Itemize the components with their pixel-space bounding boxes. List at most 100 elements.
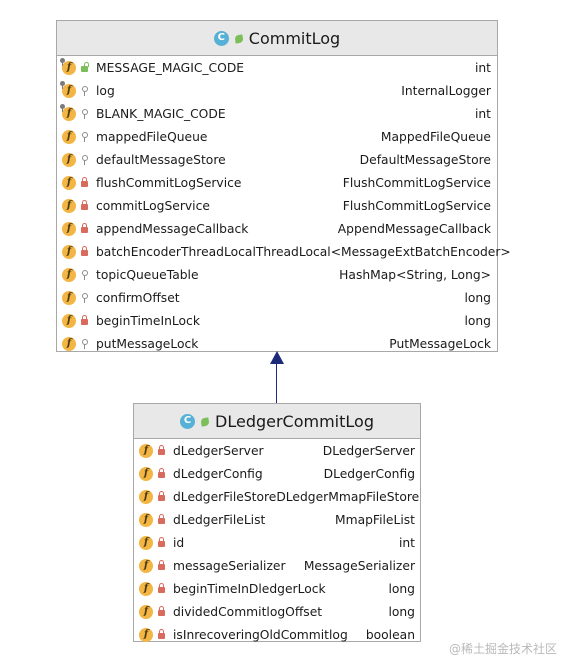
field-row[interactable]: f topicQueueTable HashMap<String, Long> (62, 263, 491, 286)
field-name: BLANK_MAGIC_CODE (96, 106, 226, 121)
lock-icon (157, 583, 166, 594)
field-icon: f (62, 129, 76, 144)
lock-icon (80, 200, 89, 211)
static-pin-icon (59, 103, 66, 112)
field-name: appendMessageCallback (96, 221, 249, 236)
field-name: dividedCommitlogOffset (173, 604, 323, 619)
field-row[interactable]: f MESSAGE_MAGIC_CODE int (59, 56, 491, 79)
leaf-icon (235, 33, 243, 43)
field-icon: f (139, 604, 153, 619)
field-name: dLedgerConfig (173, 466, 263, 481)
static-pin-icon (59, 57, 66, 66)
pin-icon (80, 85, 89, 96)
field-type: int (474, 106, 491, 121)
field-icon: f (62, 313, 76, 328)
dledgercommitlog-class-header: C DLedgerCommitLog (134, 404, 420, 439)
field-icon: f (139, 466, 153, 481)
field-type: long (464, 313, 491, 328)
field-row[interactable]: f appendMessageCallback AppendMessageCallb… (62, 217, 491, 240)
field-type: long (388, 581, 415, 596)
field-type: int (474, 60, 491, 75)
lock-icon (157, 514, 166, 525)
field-type: MmapFileList (334, 512, 415, 527)
field-name: id (173, 535, 185, 550)
field-icon: f (139, 627, 153, 642)
lock-icon (157, 468, 166, 479)
field-row[interactable]: f defaultMessageStore DefaultMessageStore (62, 148, 491, 171)
unlock-icon (80, 62, 89, 73)
field-name: flushCommitLogService (96, 175, 242, 190)
field-icon: f (59, 80, 76, 98)
static-pin-icon (59, 80, 66, 89)
field-row[interactable]: f mappedFileQueue MappedFileQueue (62, 125, 491, 148)
class-title: DLedgerCommitLog (215, 411, 374, 431)
field-icon: f (59, 57, 76, 75)
field-icon: f (62, 336, 76, 351)
field-row[interactable]: f id int (139, 531, 415, 554)
commitlog-class-box[interactable]: C CommitLog f MESSAGE_MAGIC_CODE int f log In… (56, 20, 511, 352)
field-icon: f (62, 198, 76, 213)
lock-icon (157, 491, 166, 502)
field-row[interactable]: f batchEncoderThreadLocal ThreadLocal<Mess… (62, 240, 511, 263)
field-type: MessageSerializer (303, 558, 415, 573)
field-type: int (398, 535, 415, 550)
field-row[interactable]: f isInrecoveringOldCommitlog boolean (139, 623, 415, 646)
field-row[interactable]: f dLedgerFileList MmapFileList (139, 508, 415, 531)
field-icon: f (62, 290, 76, 305)
field-name: dLedgerFileList (173, 512, 266, 527)
field-type: HashMap<String, Long> (339, 267, 491, 282)
lock-icon (157, 629, 166, 640)
field-type: InternalLogger (401, 83, 491, 98)
pin-icon (80, 338, 89, 349)
field-type: long (388, 604, 415, 619)
lock-icon (80, 223, 89, 234)
field-name: confirmOffset (96, 290, 180, 305)
field-type: DLedgerMmapFileStore (276, 489, 420, 504)
pin-icon (80, 108, 89, 119)
field-name: topicQueueTable (96, 267, 199, 282)
inheritance-arrow-line (276, 362, 277, 404)
field-name: putMessageLock (96, 336, 199, 351)
field-row[interactable]: f log InternalLogger (59, 79, 491, 102)
field-name: log (96, 83, 115, 98)
field-row[interactable]: f beginTimeInDledgerLock long (139, 577, 415, 600)
field-row[interactable]: f confirmOffset long (62, 286, 491, 309)
lock-icon (157, 445, 166, 456)
field-icon: f (62, 175, 76, 190)
field-name: batchEncoderThreadLocal (96, 244, 256, 259)
field-type: FlushCommitLogService (342, 198, 491, 213)
field-icon: f (62, 221, 76, 236)
lock-icon (157, 606, 166, 617)
field-row[interactable]: f dLedgerServer DLedgerServer (139, 439, 415, 462)
field-row[interactable]: f flushCommitLogService FlushCommitLogServ… (62, 171, 491, 194)
field-name: dLedgerServer (173, 443, 264, 458)
dledgercommitlog-fields: f dLedgerServer DLedgerServer f dLedgerConfi… (134, 439, 420, 646)
field-type: DLedgerServer (322, 443, 415, 458)
field-row[interactable]: f dLedgerConfig DLedgerConfig (139, 462, 415, 485)
field-name: beginTimeInLock (96, 313, 200, 328)
leaf-icon (201, 416, 209, 426)
field-row[interactable]: f messageSerializer MessageSerializer (139, 554, 415, 577)
field-row[interactable]: f dividedCommitlogOffset long (139, 600, 415, 623)
field-row[interactable]: f commitLogService FlushCommitLogService (62, 194, 491, 217)
field-type: DefaultMessageStore (359, 152, 491, 167)
field-icon: f (62, 152, 76, 167)
field-row[interactable]: f BLANK_MAGIC_CODE int (59, 102, 491, 125)
lock-icon (80, 246, 89, 257)
lock-icon (157, 560, 166, 571)
field-icon: f (62, 267, 76, 282)
dledgercommitlog-class-box[interactable]: C DLedgerCommitLog f dLedgerServer DLedger… (133, 403, 421, 642)
pin-icon (80, 269, 89, 280)
field-name: messageSerializer (173, 558, 286, 573)
pin-icon (80, 131, 89, 142)
class-icon: C (180, 413, 196, 429)
field-name: commitLogService (96, 198, 210, 213)
lock-icon (157, 537, 166, 548)
class-icon: C (213, 30, 229, 46)
field-row[interactable]: f dLedgerFileStore DLedgerMmapFileStore (139, 485, 419, 508)
field-icon: f (59, 103, 76, 121)
class-title: CommitLog (248, 28, 341, 48)
field-type: AppendMessageCallback (337, 221, 491, 236)
field-row[interactable]: f beginTimeInLock long (62, 309, 491, 332)
pin-icon (80, 292, 89, 303)
